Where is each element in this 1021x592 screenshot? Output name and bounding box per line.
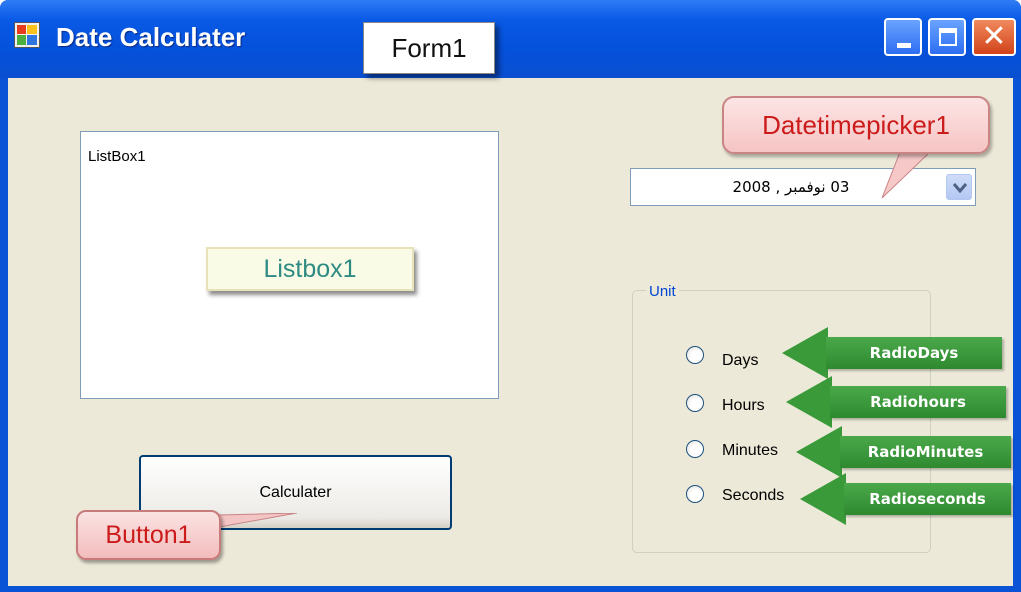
minimize-button[interactable] xyxy=(884,18,922,56)
radio-hours[interactable] xyxy=(686,394,704,412)
maximize-icon xyxy=(939,28,957,46)
title-bar[interactable]: Date Calculater ✕ xyxy=(0,0,1021,78)
radiominutes-annotation: RadioMinutes xyxy=(840,436,1011,468)
datetimepicker1-annotation-pointer xyxy=(881,151,932,199)
radio-seconds[interactable] xyxy=(686,485,704,503)
button1-annotation: Button1 xyxy=(76,510,221,560)
close-icon: ✕ xyxy=(981,19,1007,54)
radiominutes-annotation-arrow: RadioMinutes xyxy=(796,426,1011,478)
radio-minutes-label[interactable]: Minutes xyxy=(722,442,778,460)
radiohours-annotation-arrow: Radiohours xyxy=(786,376,1008,428)
radio-days[interactable] xyxy=(686,346,704,364)
button1-annotation-pointer xyxy=(219,513,298,528)
listbox-item[interactable]: ListBox1 xyxy=(88,148,146,165)
datetimepicker1-annotation: Datetimepicker1 xyxy=(722,96,990,154)
form1-annotation: Form1 xyxy=(363,22,495,74)
window-bottom-border xyxy=(0,586,1021,592)
radio-hours-label[interactable]: Hours xyxy=(722,397,765,415)
app-icon xyxy=(14,22,40,48)
radiodays-annotation: RadioDays xyxy=(826,337,1002,369)
chevron-down-icon xyxy=(953,183,967,193)
maximize-button[interactable] xyxy=(928,18,966,56)
radio-minutes[interactable] xyxy=(686,440,704,458)
radio-days-label[interactable]: Days xyxy=(722,352,758,370)
date-picker-dropdown-button[interactable] xyxy=(946,174,972,200)
radio-seconds-label[interactable]: Seconds xyxy=(722,487,784,505)
window-title: Date Calculater xyxy=(56,22,246,52)
radiohours-annotation: Radiohours xyxy=(830,386,1006,418)
close-button[interactable]: ✕ xyxy=(972,18,1016,56)
arrow-left-icon xyxy=(796,426,842,478)
minimize-icon xyxy=(897,43,911,48)
arrow-left-icon xyxy=(786,376,832,428)
arrow-left-icon xyxy=(782,327,828,379)
radiodays-annotation-arrow: RadioDays xyxy=(782,327,1004,379)
radioseconds-annotation-arrow: Radioseconds xyxy=(800,473,1011,525)
radioseconds-annotation: Radioseconds xyxy=(844,483,1011,515)
arrow-left-icon xyxy=(800,473,846,525)
listbox1-annotation: Listbox1 xyxy=(206,247,414,291)
unit-group-label: Unit xyxy=(646,283,679,300)
